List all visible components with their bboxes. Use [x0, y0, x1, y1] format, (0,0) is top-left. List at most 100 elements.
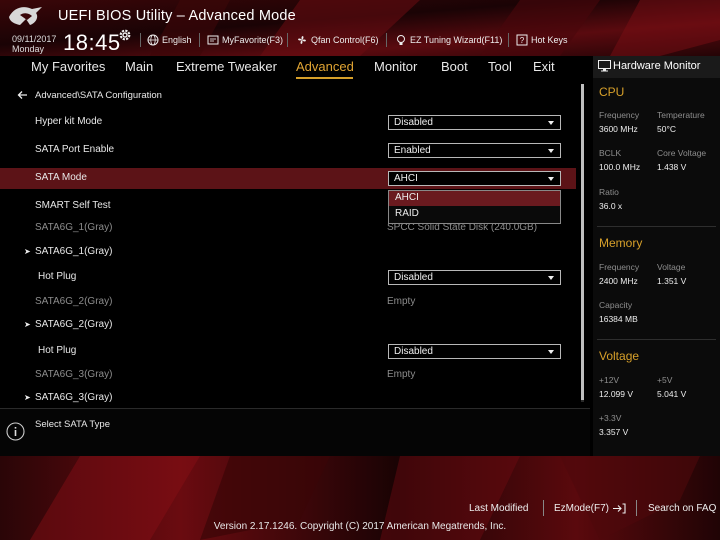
back-arrow-icon[interactable]: [17, 89, 28, 101]
qfan-label: Qfan Control(F6): [311, 35, 379, 45]
bulb-icon: [397, 35, 405, 45]
memory-capacity-value: 16384 MB: [599, 314, 638, 324]
footer-divider: [543, 500, 544, 516]
active-tab-indicator: [296, 77, 353, 79]
dropdown-option-ahci[interactable]: AHCI: [389, 191, 560, 206]
sata6g-2-device: Empty: [387, 296, 416, 307]
cpu-temperature-label: Temperature: [657, 110, 705, 120]
dropdown-option-raid[interactable]: RAID: [389, 207, 560, 222]
help-info-bar: [0, 408, 590, 456]
ez-tuning-button[interactable]: EZ Tuning Wizard(F11): [395, 34, 502, 46]
cpu-ratio-label: Ratio: [599, 187, 619, 197]
cpu-heading: CPU: [599, 85, 625, 99]
hot-plug-2-label: Hot Plug: [38, 345, 77, 356]
ezmode-button[interactable]: EzMode(F7): [554, 503, 626, 514]
chevron-down-icon: [548, 276, 554, 280]
smart-self-test-label[interactable]: SMART Self Test: [35, 200, 111, 211]
app-title: UEFI BIOS Utility – Advanced Mode: [58, 8, 296, 24]
sata6g-2-info-label: SATA6G_2(Gray): [35, 296, 113, 307]
sata6g-3-info-label: SATA6G_3(Gray): [35, 369, 113, 380]
tab-extreme-tweaker[interactable]: Extreme Tweaker: [176, 59, 277, 74]
toolbar-divider: [508, 33, 509, 47]
ez-tuning-label: EZ Tuning Wizard(F11): [410, 35, 503, 45]
hot-plug-1-label: Hot Plug: [38, 271, 77, 282]
sata-port-enable-select[interactable]: Enabled: [388, 143, 561, 158]
chevron-down-icon: [548, 177, 554, 181]
rog-logo-icon: [9, 7, 42, 25]
hot-plug-1-value: Disabled: [394, 272, 433, 283]
cpu-ratio-value: 36.0 x: [599, 201, 623, 211]
date-display: 09/11/2017: [12, 34, 57, 44]
sata-port-enable-label: SATA Port Enable: [35, 144, 115, 155]
language-button[interactable]: English: [147, 34, 192, 46]
hotkeys-label: Hot Keys: [531, 35, 568, 45]
sata6g-1-submenu[interactable]: SATA6G_1(Gray): [35, 246, 112, 257]
hyper-kit-mode-select[interactable]: Disabled: [388, 115, 561, 130]
tab-my-favorites[interactable]: My Favorites: [31, 59, 105, 74]
favorite-icon: [207, 35, 219, 45]
cpu-bclk-value: 100.0 MHz: [599, 162, 641, 172]
myfavorite-button[interactable]: MyFavorite(F3): [207, 34, 283, 46]
sata6g-3-device: Empty: [387, 369, 416, 380]
sata6g-2-submenu[interactable]: SATA6G_2(Gray): [35, 319, 112, 330]
tab-advanced[interactable]: Advanced: [296, 59, 354, 74]
tab-monitor[interactable]: Monitor: [374, 59, 417, 74]
myfavorite-label: MyFavorite(F3): [222, 35, 284, 45]
help-text: Select SATA Type: [35, 419, 110, 430]
memory-capacity-label: Capacity: [599, 300, 633, 310]
sata6g-1-info-label: SATA6G_1(Gray): [35, 222, 113, 233]
clock-display: 18:45: [63, 30, 121, 55]
toolbar-divider: [287, 33, 288, 47]
day-display: Monday: [12, 44, 45, 54]
tab-main[interactable]: Main: [125, 59, 153, 74]
breadcrumb: Advanced\SATA Configuration: [35, 90, 162, 101]
hot-plug-2-select[interactable]: Disabled: [388, 344, 561, 359]
hyper-kit-mode-label: Hyper kit Mode: [35, 116, 103, 127]
sata-port-enable-value: Enabled: [394, 145, 431, 156]
sata-mode-select[interactable]: AHCI: [388, 171, 561, 186]
info-icon: [6, 422, 25, 441]
chevron-down-icon: [548, 121, 554, 125]
memory-voltage-value: 1.351 V: [657, 276, 687, 286]
voltage-33v-value: 3.357 V: [599, 427, 629, 437]
cpu-bclk-label: BCLK: [599, 148, 622, 158]
voltage-12v-label: +12V: [599, 375, 620, 385]
help-icon: ?: [516, 34, 528, 46]
scrollbar-thumb[interactable]: [581, 84, 584, 400]
version-text: Version 2.17.1246. Copyright (C) 2017 Am…: [213, 521, 507, 532]
search-faq-button[interactable]: Search on FAQ: [648, 503, 716, 514]
chevron-down-icon: [548, 350, 554, 354]
last-modified-button[interactable]: Last Modified: [469, 503, 528, 514]
sata6g-3-submenu[interactable]: SATA6G_3(Gray): [35, 392, 112, 404]
monitor-icon: [598, 60, 611, 72]
voltage-heading: Voltage: [599, 349, 640, 363]
chevron-right-icon: ➤: [24, 247, 31, 256]
svg-text:?: ?: [520, 36, 525, 45]
voltage-5v-label: +5V: [657, 375, 673, 385]
sata-mode-label: SATA Mode: [35, 172, 87, 183]
toolbar-divider: [140, 33, 141, 47]
ezmode-label: EzMode(F7): [554, 503, 610, 514]
tab-tool[interactable]: Tool: [488, 59, 512, 74]
gear-icon[interactable]: [118, 28, 132, 42]
hotkeys-button[interactable]: ? Hot Keys: [516, 34, 568, 46]
cpu-temperature-value: 50°C: [657, 124, 676, 134]
cpu-frequency-label: Frequency: [599, 110, 640, 120]
qfan-button[interactable]: Qfan Control(F6): [296, 34, 379, 46]
toolbar-divider: [199, 33, 200, 47]
cpu-core-voltage-value: 1.438 V: [657, 162, 687, 172]
hw-divider: [597, 339, 716, 340]
memory-frequency-value: 2400 MHz: [599, 276, 638, 286]
globe-icon: [147, 34, 159, 46]
footer-divider: [636, 500, 637, 516]
voltage-5v-value: 5.041 V: [657, 389, 687, 399]
tab-boot[interactable]: Boot: [441, 59, 468, 74]
voltage-12v-value: 12.099 V: [599, 389, 634, 399]
toolbar-divider: [386, 33, 387, 47]
exit-arrow-icon: [613, 503, 626, 514]
memory-voltage-label: Voltage: [657, 262, 686, 272]
hyper-kit-mode-value: Disabled: [394, 117, 433, 128]
tab-exit[interactable]: Exit: [533, 59, 555, 74]
hot-plug-1-select[interactable]: Disabled: [388, 270, 561, 285]
cpu-frequency-value: 3600 MHz: [599, 124, 638, 134]
